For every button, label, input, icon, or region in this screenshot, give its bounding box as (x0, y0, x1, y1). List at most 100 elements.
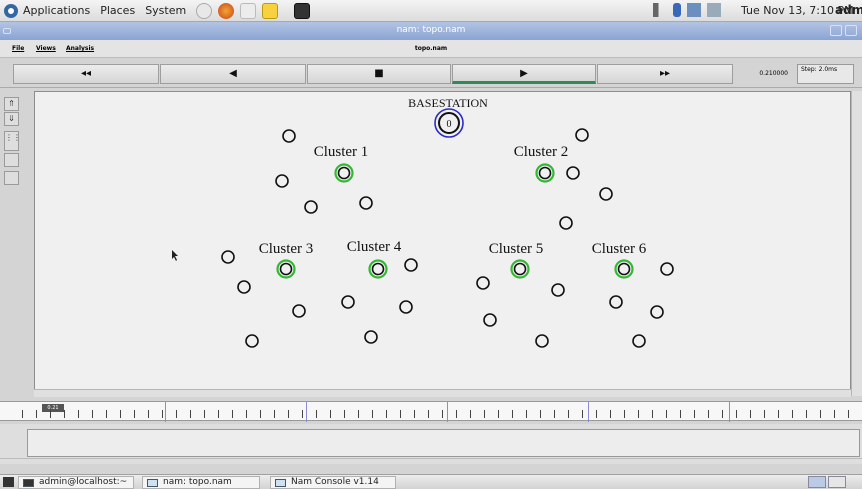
sensor-node[interactable] (483, 313, 497, 327)
network-topology[interactable]: BASESTATION 0 Cluster 1 Cluster 2 Cluste… (35, 92, 850, 392)
fast-forward-button[interactable]: ▸▸ (597, 64, 733, 84)
sensor-node[interactable] (599, 187, 613, 201)
sensor-node[interactable] (551, 283, 565, 297)
timeline-tick (498, 410, 499, 418)
firefox-icon[interactable] (218, 2, 235, 19)
update-icon[interactable] (687, 3, 701, 17)
playback-controls: ◂◂ ◀ ■ ▶ ▸▸ 0.210000 Step: 2.0ms (0, 59, 862, 88)
sensor-node[interactable] (341, 295, 355, 309)
window-titlebar[interactable]: nam: topo.nam (0, 22, 862, 40)
task-terminal-label: admin@localhost:~ (39, 477, 128, 487)
notes-icon[interactable] (262, 2, 279, 19)
cluster-5-label: Cluster 5 (489, 241, 544, 257)
network-icon[interactable] (673, 3, 681, 17)
sensor-node[interactable] (404, 258, 418, 272)
timeline-tick (316, 410, 317, 418)
timeline-tick (414, 410, 415, 418)
system-tray (653, 3, 721, 17)
sensor-node[interactable] (476, 276, 490, 290)
cluster-3-label: Cluster 3 (259, 241, 314, 257)
cluster-head-node[interactable] (371, 262, 385, 276)
menu-applications[interactable]: Applications (23, 4, 90, 17)
basestation-label: BASESTATION (408, 96, 488, 110)
workspace-1[interactable] (808, 476, 826, 488)
sensor-node[interactable] (609, 295, 623, 309)
sensor-node[interactable] (221, 250, 235, 264)
timeline-tick (694, 410, 695, 418)
timeline-tick (218, 410, 219, 418)
rewind-button[interactable]: ◂◂ (13, 64, 159, 84)
step-back-button[interactable]: ◀ (160, 64, 306, 84)
workspace-2[interactable] (828, 476, 846, 488)
time-slider-thumb[interactable]: 0.21 (42, 404, 64, 412)
timeline-tick (22, 410, 23, 418)
timeline-tick (134, 410, 135, 418)
timeline-tick (148, 410, 149, 418)
node-tool-icon[interactable] (4, 171, 19, 185)
terminal-icon[interactable] (294, 3, 310, 19)
vertical-scrollbar[interactable] (851, 91, 862, 396)
sensor-node[interactable] (660, 262, 674, 276)
terminal-task-icon (23, 479, 34, 487)
timeline-tick (372, 410, 373, 418)
minimize-button[interactable] (830, 25, 842, 36)
sensor-node[interactable] (275, 174, 289, 188)
task-terminal[interactable]: admin@localhost:~ (18, 476, 134, 489)
sensor-node[interactable] (292, 304, 306, 318)
sensor-node[interactable] (245, 334, 259, 348)
sensor-node[interactable] (359, 196, 373, 210)
timeline-tick (260, 410, 261, 418)
timeline-tick (162, 410, 163, 418)
play-button[interactable]: ▶ (452, 64, 596, 84)
cluster-head-node[interactable] (279, 262, 293, 276)
annotation-scrollbar[interactable] (0, 458, 862, 464)
timeline-tick (120, 410, 121, 418)
user-menu[interactable]: admi (835, 3, 862, 17)
cluster-head-node[interactable] (538, 166, 552, 180)
time-slider[interactable]: 0.21 (0, 401, 862, 422)
sensor-node[interactable] (282, 129, 296, 143)
zoom-out-icon[interactable]: ⇓ (4, 112, 19, 126)
timeline-major-tick (729, 402, 730, 422)
cluster-head-node[interactable] (337, 166, 351, 180)
cluster-head-node[interactable] (513, 262, 527, 276)
applications-foot-icon[interactable] (3, 3, 19, 19)
timeline-tick (442, 410, 443, 418)
layout-icon[interactable]: ⋮⋮ (4, 131, 21, 151)
timeline-tick (512, 410, 513, 418)
task-nam-console[interactable]: Nam Console v1.14 (270, 476, 396, 489)
timeline-tick (834, 410, 835, 418)
cluster-head-node[interactable] (617, 262, 631, 276)
sensor-node[interactable] (304, 200, 318, 214)
maximize-button[interactable] (845, 25, 857, 36)
sensor-node[interactable] (364, 330, 378, 344)
menu-system[interactable]: System (145, 4, 186, 17)
edit-icon[interactable] (4, 153, 19, 167)
annotation-list[interactable] (27, 429, 860, 457)
network-canvas[interactable]: BASESTATION 0 Cluster 1 Cluster 2 Cluste… (34, 91, 851, 396)
step-slider[interactable]: Step: 2.0ms (797, 64, 854, 84)
show-desktop-icon[interactable] (3, 477, 14, 487)
sensor-node[interactable] (535, 334, 549, 348)
timeline-tick (344, 410, 345, 418)
horizontal-scrollbar[interactable] (34, 389, 851, 397)
mail-icon[interactable] (240, 2, 257, 19)
timeline-tick (274, 410, 275, 418)
menu-places[interactable]: Places (100, 4, 135, 17)
sensor-node[interactable] (650, 305, 664, 319)
timeline-major-tick (306, 402, 307, 422)
sensor-node[interactable] (559, 216, 573, 230)
sensor-node[interactable] (399, 300, 413, 314)
zoom-toolbar: ⇑ ⇓ ⋮⋮ (0, 91, 34, 396)
display-icon[interactable] (707, 3, 721, 17)
sensor-node[interactable] (575, 128, 589, 142)
help-icon[interactable] (196, 2, 213, 19)
sensor-node[interactable] (237, 280, 251, 294)
volume-icon[interactable] (653, 3, 667, 17)
sensor-node[interactable] (632, 334, 646, 348)
stop-button[interactable]: ■ (307, 64, 451, 84)
timeline-tick (50, 410, 51, 418)
sensor-node[interactable] (566, 166, 580, 180)
task-nam-window[interactable]: nam: topo.nam (142, 476, 260, 489)
zoom-in-icon[interactable]: ⇑ (4, 97, 19, 111)
